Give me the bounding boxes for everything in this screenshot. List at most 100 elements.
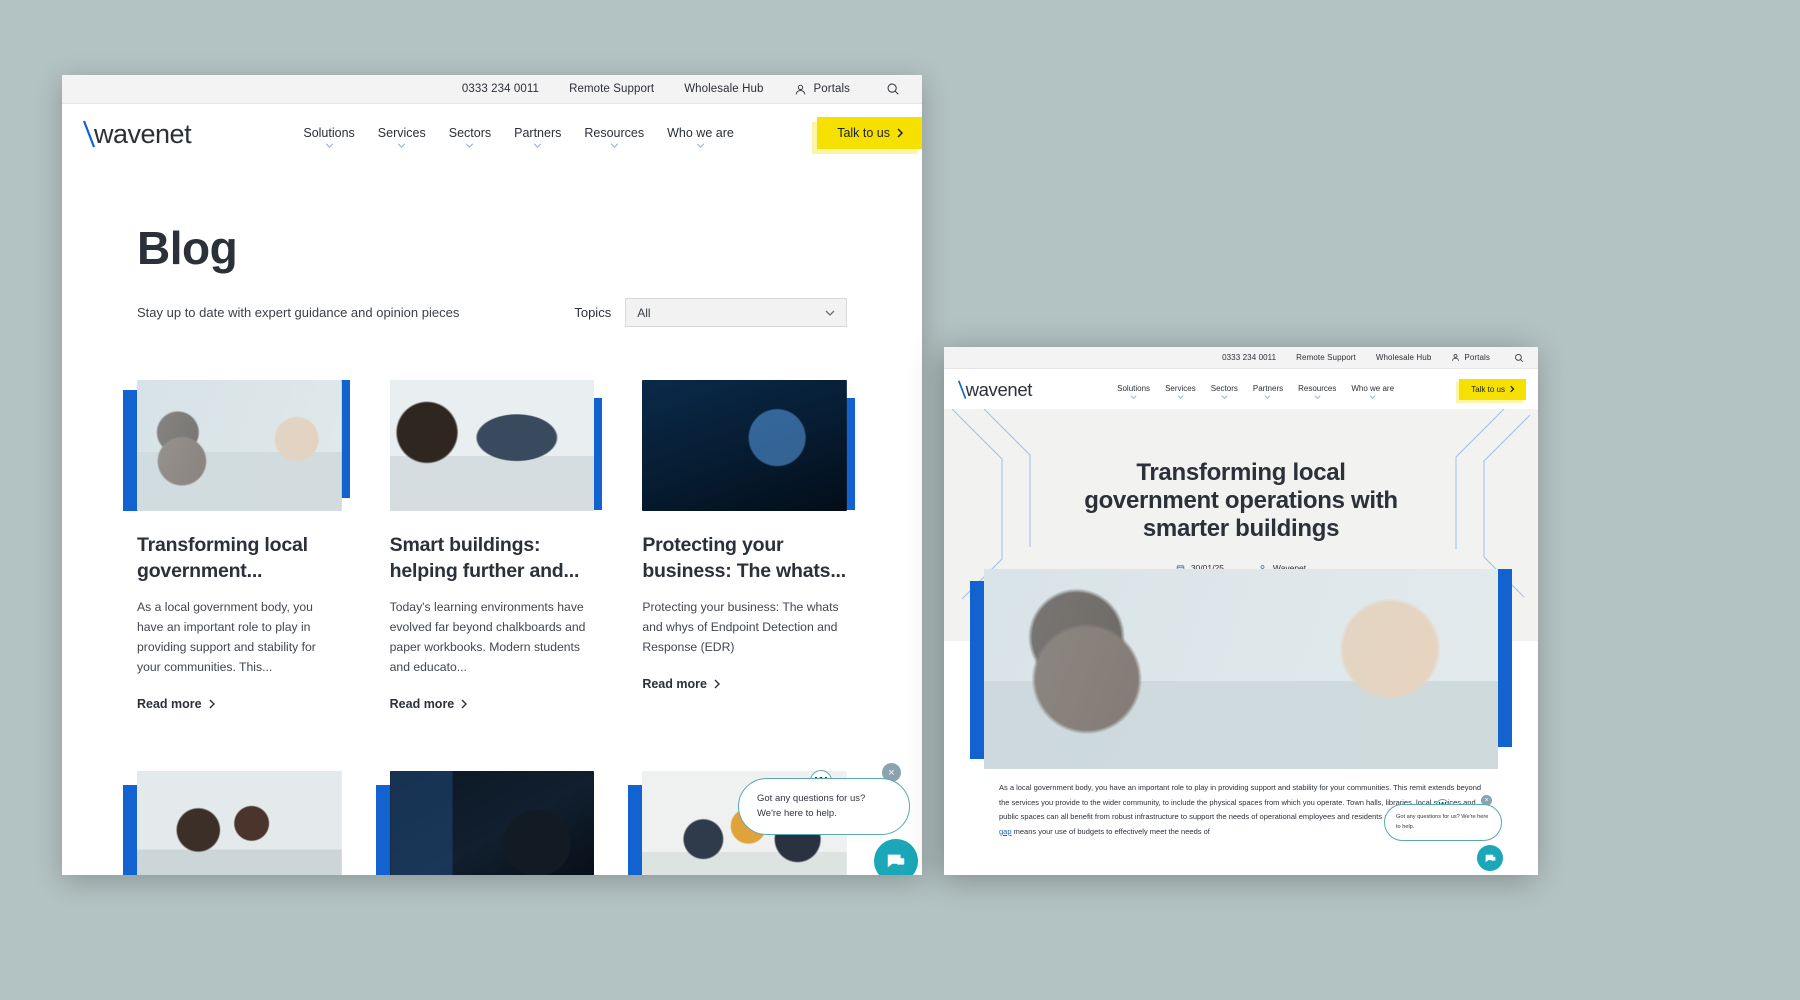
page-title: Blog xyxy=(137,222,238,274)
chat-message-text: Got any questions for us? We're here to … xyxy=(1396,814,1489,830)
nav-label: Sectors xyxy=(448,125,492,140)
chevron-down-icon xyxy=(1177,395,1184,399)
nav-item-solutions[interactable]: Solutions xyxy=(303,126,355,148)
talk-to-us-button[interactable]: Talk to us xyxy=(1459,378,1526,400)
nav-label: Solutions xyxy=(1117,384,1151,393)
chat-launcher-button[interactable] xyxy=(874,839,918,875)
topics-label: Topics xyxy=(574,305,612,320)
read-more-label: Read more xyxy=(642,676,707,691)
read-more-link[interactable]: Read more xyxy=(390,697,469,711)
card-media xyxy=(123,770,342,875)
card-title: Smart buildings: helping further and... xyxy=(389,534,580,582)
blog-card[interactable]: How Cisco Meraki and SASE are redefining… xyxy=(375,770,595,875)
chevron-down-icon xyxy=(1314,395,1321,399)
nav-item-partners[interactable]: Partners xyxy=(514,126,561,148)
blog-card[interactable]: Transforming local government... As a lo… xyxy=(123,380,350,713)
main-navigation-bar: wavenet Solutions Services Sectors Partn… xyxy=(62,104,922,161)
chevron-down-icon xyxy=(534,142,542,148)
nav-item-resources[interactable]: Resources xyxy=(584,126,644,148)
utility-bar: 0333 234 0011 Remote Support Wholesale H… xyxy=(62,75,922,104)
card-media xyxy=(389,380,603,511)
blog-card[interactable]: Three ways smart buildings can help yo..… xyxy=(123,770,342,875)
close-icon: × xyxy=(888,766,895,779)
nav-label: Who we are xyxy=(1351,384,1395,393)
search-icon[interactable] xyxy=(886,82,900,96)
nav-item-sectors[interactable]: Sectors xyxy=(1211,384,1238,399)
nav-label: Resources xyxy=(584,125,645,140)
chevron-right-icon xyxy=(209,699,215,709)
card-excerpt: Protecting your business: The whats and … xyxy=(642,600,839,654)
chat-icon xyxy=(1485,854,1495,862)
nav-item-who-we-are[interactable]: Who we are xyxy=(1351,384,1394,399)
topics-selected-value: All xyxy=(637,305,651,320)
portals-label: Portals xyxy=(1464,353,1490,362)
nav-item-resources[interactable]: Resources xyxy=(1298,384,1336,399)
nav-label: Services xyxy=(1165,384,1196,393)
chevron-right-icon xyxy=(897,127,904,138)
person-icon xyxy=(1451,353,1460,362)
phone-number[interactable]: 0333 234 0011 xyxy=(462,83,539,95)
chat-launcher-button[interactable] xyxy=(1477,845,1503,871)
chevron-down-icon xyxy=(1221,395,1228,399)
card-title: Protecting your business: The whats... xyxy=(642,534,846,582)
nav-label: Services xyxy=(377,125,426,140)
read-more-label: Read more xyxy=(389,696,455,711)
wavenet-logo[interactable]: wavenet xyxy=(956,375,1052,403)
nav-label: Partners xyxy=(514,125,562,140)
talk-to-us-label: Talk to us xyxy=(837,125,890,140)
topics-select[interactable]: All xyxy=(625,298,847,327)
read-more-link[interactable]: Read more xyxy=(137,697,216,711)
nav-item-services[interactable]: Services xyxy=(1165,384,1196,399)
blog-card[interactable]: Protecting your business: The whats... P… xyxy=(642,380,855,713)
search-icon[interactable] xyxy=(1514,353,1524,363)
chat-message-text: Got any questions for us? We're here to … xyxy=(757,793,866,819)
chevron-down-icon xyxy=(825,310,835,316)
card-title: Transforming local government... xyxy=(137,534,308,582)
person-icon xyxy=(794,83,807,96)
read-more-link[interactable]: Read more xyxy=(642,677,721,691)
chat-message-bubble[interactable]: Got any questions for us? We're here to … xyxy=(1384,804,1502,841)
card-image xyxy=(389,770,595,875)
nav-label: Sectors xyxy=(1210,384,1238,393)
screenshot-stage: 0333 234 0011 Remote Support Wholesale H… xyxy=(0,0,1800,1000)
nav-item-who-we-are[interactable]: Who we are xyxy=(667,126,734,148)
blog-filter-row: Stay up to date with expert guidance and… xyxy=(137,298,847,327)
nav-item-solutions[interactable]: Solutions xyxy=(1117,384,1150,399)
remote-support-link[interactable]: Remote Support xyxy=(1296,353,1356,362)
chevron-down-icon xyxy=(610,142,618,148)
chevron-down-icon xyxy=(1369,395,1376,399)
portals-link[interactable]: Portals xyxy=(1451,353,1490,362)
card-excerpt: As a local government body, you have an … xyxy=(137,600,316,674)
main-navigation-bar: wavenet Solutions Services Sectors Partn… xyxy=(944,369,1538,409)
wholesale-hub-link[interactable]: Wholesale Hub xyxy=(684,83,763,95)
nav-label: Who we are xyxy=(667,125,734,140)
card-image xyxy=(389,380,595,511)
chevron-down-icon xyxy=(1130,395,1137,399)
wholesale-hub-link[interactable]: Wholesale Hub xyxy=(1376,353,1432,362)
article-accent-bar xyxy=(1498,569,1512,747)
chat-message-bubble[interactable]: Got any questions for us? We're here to … xyxy=(738,778,910,836)
card-image xyxy=(642,380,847,511)
chevron-down-icon xyxy=(325,142,333,148)
card-media xyxy=(375,770,595,875)
card-media xyxy=(123,380,350,511)
chat-icon xyxy=(887,854,905,868)
wavenet-logo[interactable]: wavenet xyxy=(80,113,220,153)
nav-item-sectors[interactable]: Sectors xyxy=(449,126,491,148)
talk-to-us-label: Talk to us xyxy=(1471,384,1505,394)
remote-support-link[interactable]: Remote Support xyxy=(569,83,654,95)
utility-bar: 0333 234 0011 Remote Support Wholesale H… xyxy=(944,347,1538,369)
svg-text:wavenet: wavenet xyxy=(965,379,1033,400)
phone-number[interactable]: 0333 234 0011 xyxy=(1222,353,1276,362)
nav-item-partners[interactable]: Partners xyxy=(1253,384,1283,399)
blog-card[interactable]: Smart buildings: helping further and... … xyxy=(389,380,603,713)
talk-to-us-button[interactable]: Talk to us xyxy=(817,116,922,149)
card-image xyxy=(137,380,342,511)
portals-link[interactable]: Portals xyxy=(794,83,851,96)
chevron-right-icon xyxy=(1510,385,1515,393)
blog-browser-window: 0333 234 0011 Remote Support Wholesale H… xyxy=(62,75,922,875)
chevron-right-icon xyxy=(714,679,720,689)
card-media xyxy=(642,380,855,511)
nav-item-services[interactable]: Services xyxy=(378,126,426,148)
nav-label: Resources xyxy=(1298,384,1337,393)
